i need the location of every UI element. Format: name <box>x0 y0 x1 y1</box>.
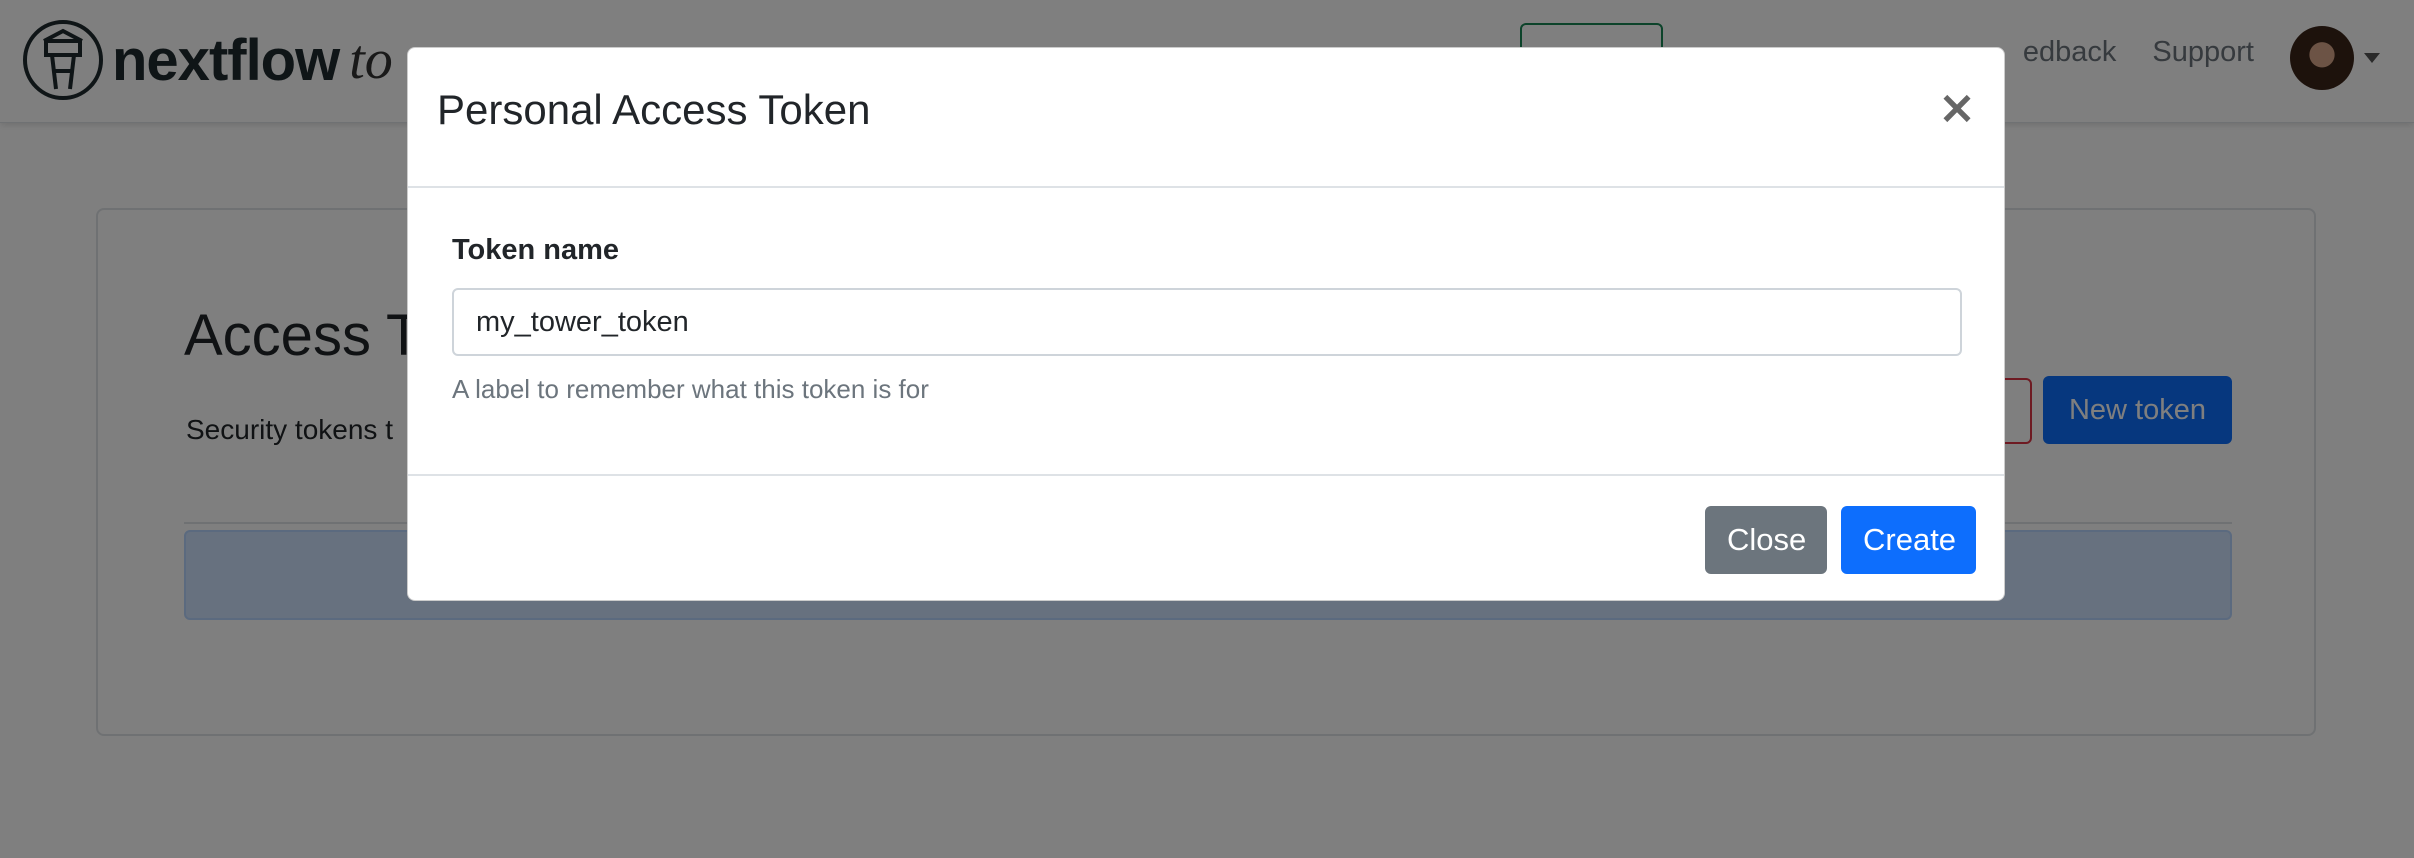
modal-header: Personal Access Token × <box>408 48 2004 188</box>
modal-footer: Close Create <box>408 474 2004 601</box>
personal-access-token-modal: Personal Access Token × Token name A lab… <box>407 47 2005 601</box>
close-button[interactable]: Close <box>1705 506 1827 574</box>
modal-body: Token name A label to remember what this… <box>408 188 2004 522</box>
token-name-label: Token name <box>452 234 620 266</box>
close-icon[interactable]: × <box>1934 84 1980 130</box>
page: nextflow to edback Support Access T Secu… <box>0 0 2414 858</box>
token-name-input[interactable] <box>452 288 1962 356</box>
modal-title: Personal Access Token <box>437 86 871 133</box>
token-name-help: A label to remember what this token is f… <box>452 374 929 404</box>
create-button[interactable]: Create <box>1841 506 1976 574</box>
